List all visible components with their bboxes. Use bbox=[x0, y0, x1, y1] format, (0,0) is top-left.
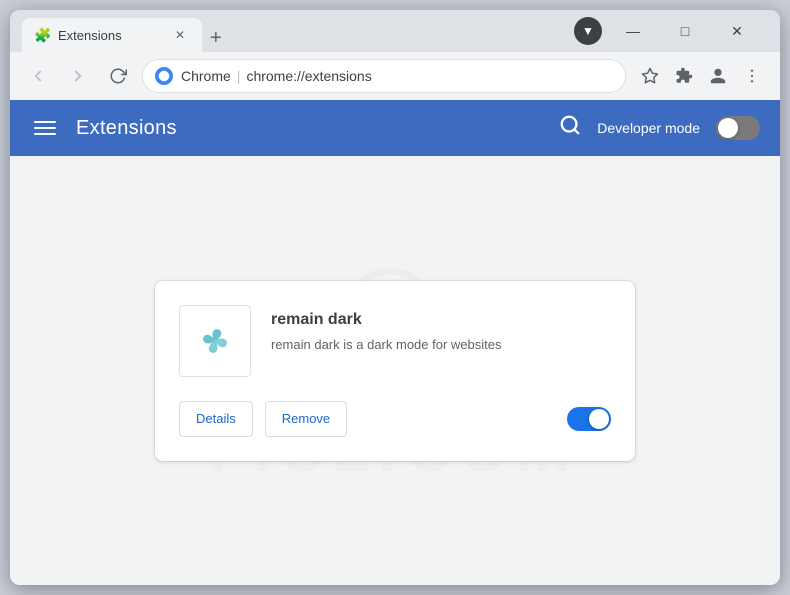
header-right: Developer mode bbox=[559, 114, 760, 142]
browser-window: 🧩 Extensions ✕ + ▼ — □ ✕ bbox=[10, 10, 780, 585]
title-bar: 🧩 Extensions ✕ + ▼ — □ ✕ bbox=[10, 10, 780, 52]
toolbar: Chrome | chrome://extensions bbox=[10, 52, 780, 100]
details-button[interactable]: Details bbox=[179, 401, 253, 437]
extension-name: remain dark bbox=[271, 311, 611, 329]
site-icon bbox=[155, 67, 173, 85]
toolbar-right bbox=[634, 60, 768, 92]
hamburger-line-3 bbox=[34, 133, 56, 135]
extension-enabled-toggle[interactable] bbox=[567, 407, 611, 431]
hamburger-line-2 bbox=[34, 127, 56, 129]
extension-toggle-container bbox=[567, 407, 611, 431]
forward-button[interactable] bbox=[62, 60, 94, 92]
toggle-thumb bbox=[718, 118, 738, 138]
close-button[interactable]: ✕ bbox=[714, 16, 760, 46]
extension-top: remain dark remain dark is a dark mode f… bbox=[179, 305, 611, 377]
tab-strip: 🧩 Extensions ✕ + bbox=[22, 10, 566, 52]
back-button[interactable] bbox=[22, 60, 54, 92]
minimize-button[interactable]: — bbox=[610, 16, 656, 46]
maximize-button[interactable]: □ bbox=[662, 16, 708, 46]
reload-button[interactable] bbox=[102, 60, 134, 92]
extension-description: remain dark is a dark mode for websites bbox=[271, 335, 611, 355]
tab-favicon-icon: 🧩 bbox=[34, 27, 50, 43]
remove-button[interactable]: Remove bbox=[265, 401, 347, 437]
extensions-button[interactable] bbox=[668, 60, 700, 92]
profile-icon-titlebar: ▼ bbox=[574, 17, 602, 45]
developer-mode-label: Developer mode bbox=[597, 120, 700, 136]
menu-button[interactable] bbox=[736, 60, 768, 92]
developer-mode-toggle[interactable] bbox=[716, 116, 760, 140]
page-header: Extensions Developer mode bbox=[10, 100, 780, 156]
address-path: chrome://extensions bbox=[246, 68, 371, 84]
active-tab[interactable]: 🧩 Extensions ✕ bbox=[22, 18, 202, 52]
extension-icon-container bbox=[179, 305, 251, 377]
address-domain: Chrome bbox=[181, 68, 231, 84]
page-content: FISL.COM remain dark remain dark is a da… bbox=[10, 156, 780, 585]
page-title: Extensions bbox=[76, 117, 177, 140]
bookmark-button[interactable] bbox=[634, 60, 666, 92]
hamburger-menu-button[interactable] bbox=[30, 117, 60, 139]
extension-card: remain dark remain dark is a dark mode f… bbox=[155, 281, 635, 461]
extension-actions: Details Remove bbox=[179, 401, 611, 437]
window-controls: — □ ✕ bbox=[610, 16, 760, 46]
search-icon[interactable] bbox=[559, 114, 581, 142]
extension-icon bbox=[195, 321, 235, 361]
address-bar[interactable]: Chrome | chrome://extensions bbox=[142, 59, 626, 93]
profile-button[interactable] bbox=[702, 60, 734, 92]
extension-toggle-thumb bbox=[589, 409, 609, 429]
extension-info: remain dark remain dark is a dark mode f… bbox=[271, 305, 611, 355]
new-tab-button[interactable]: + bbox=[202, 24, 230, 52]
address-text: Chrome | chrome://extensions bbox=[181, 68, 372, 84]
address-separator: | bbox=[237, 68, 241, 84]
tab-close-button[interactable]: ✕ bbox=[170, 25, 190, 45]
tab-label: Extensions bbox=[58, 28, 162, 43]
hamburger-line-1 bbox=[34, 121, 56, 123]
